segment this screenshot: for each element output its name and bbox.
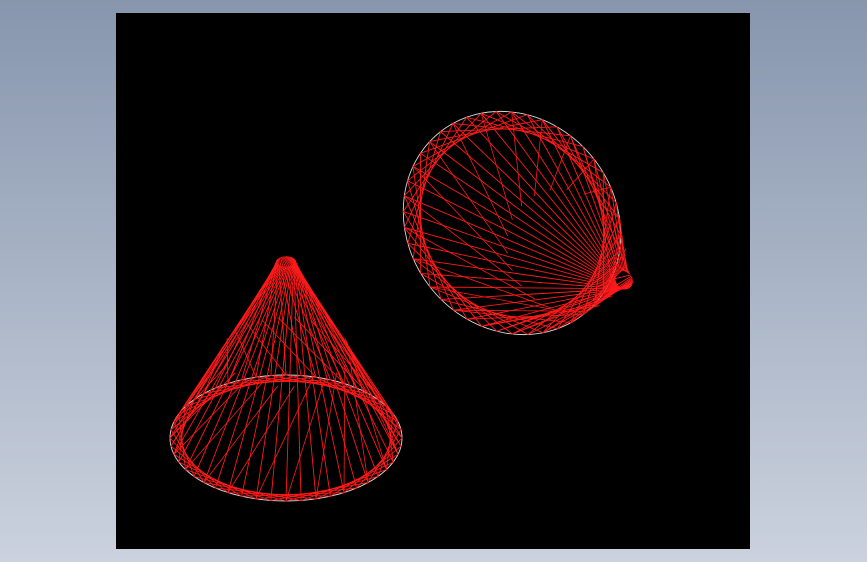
- cone-tilted-wire-line: [412, 165, 618, 288]
- cone-tilted-wire-line: [402, 116, 616, 280]
- cone-tilted-wire-line: [404, 112, 616, 279]
- cone-tilted-cross-line: [404, 227, 535, 300]
- cone-upright-cross-line: [226, 338, 229, 384]
- cone-upright-cross-line: [310, 319, 387, 407]
- cone-tilted-wire-line: [419, 152, 618, 285]
- cone-upright-model[interactable]: [169, 256, 403, 502]
- cone-upright-wire-line: [293, 258, 394, 463]
- wireframe-scene[interactable]: [116, 13, 750, 549]
- cone-tilted-wire-line: [420, 114, 618, 275]
- cone-tilted-cross-line: [511, 111, 522, 207]
- cone-upright-cross-line: [315, 372, 337, 499]
- cone-tilted-cross-line: [452, 123, 509, 237]
- cone-tilted-model[interactable]: [359, 68, 666, 379]
- cone-upright-cross-line: [203, 385, 279, 483]
- cone-tilted-wire-line: [480, 112, 623, 272]
- 3d-viewport[interactable]: [116, 13, 750, 549]
- cad-app-window: [0, 0, 867, 562]
- cone-upright-cross-line: [185, 355, 224, 407]
- cone-upright-cross-line: [255, 383, 311, 500]
- cone-tilted-cross-line: [413, 258, 551, 309]
- cone-tilted-wire-line: [495, 111, 624, 272]
- cone-tilted-wire-line: [440, 126, 619, 273]
- cone-tilted-wire-line: [452, 122, 620, 273]
- cone-upright-cross-line: [324, 323, 399, 422]
- cone-tilted-cross-line: [512, 295, 613, 335]
- cone-upright-wire-line: [285, 256, 380, 401]
